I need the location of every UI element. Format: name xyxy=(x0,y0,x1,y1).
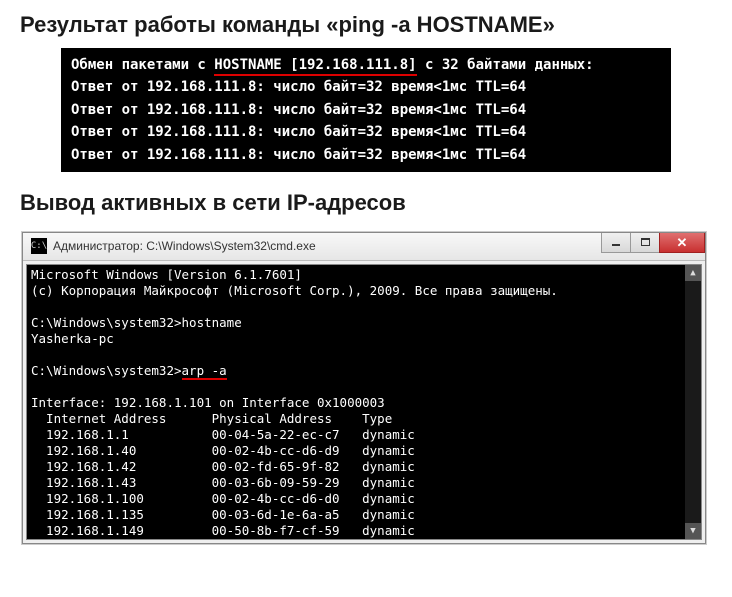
cmd-line: Interface: 192.168.1.101 on Interface 0x… xyxy=(31,395,385,410)
cmd-prompt: C:\Windows\system32> xyxy=(31,315,182,330)
heading-ping-result: Результат работы команды «ping -a HOSTNA… xyxy=(0,0,732,48)
cmd-line: Microsoft Windows [Version 6.1.7601] xyxy=(31,267,302,282)
ping-reply-line: Ответ от 192.168.111.8: число байт=32 вр… xyxy=(71,144,661,166)
cmd-typed-command: hostname xyxy=(182,315,242,330)
maximize-icon xyxy=(641,238,650,246)
ping-reply-line: Ответ от 192.168.111.8: число байт=32 вр… xyxy=(71,99,661,121)
window-title: Администратор: C:\Windows\System32\cmd.e… xyxy=(53,239,316,253)
scroll-up-button[interactable]: ▲ xyxy=(685,265,701,281)
arp-header: Internet Address Physical Address Type xyxy=(31,411,392,426)
ping-output-block: Обмен пакетами с HOSTNAME [192.168.111.8… xyxy=(61,48,671,172)
ping-reply-line: Ответ от 192.168.111.8: число байт=32 вр… xyxy=(71,121,661,143)
arp-row: 192.168.1.149 00-50-8b-f7-cf-59 dynamic xyxy=(31,523,415,538)
arp-row: 192.168.1.43 00-03-6b-09-59-29 dynamic xyxy=(31,475,415,490)
ping-exchange-line: Обмен пакетами с HOSTNAME [192.168.111.8… xyxy=(71,54,661,76)
cmd-prompt: C:\Windows\system32> xyxy=(31,363,182,378)
window-titlebar[interactable]: C:\ Администратор: C:\Windows\System32\c… xyxy=(23,233,705,261)
heading-arp-output: Вывод активных в сети IP-адресов xyxy=(0,178,732,226)
cmd-icon: C:\ xyxy=(31,238,47,254)
scroll-down-button[interactable]: ▼ xyxy=(685,523,701,539)
ping-reply-line: Ответ от 192.168.111.8: число байт=32 вр… xyxy=(71,76,661,98)
close-icon: ✕ xyxy=(677,236,688,249)
cmd-content[interactable]: Microsoft Windows [Version 6.1.7601] (c)… xyxy=(27,265,701,540)
window-title-prefix: Администратор: xyxy=(53,239,146,253)
arp-row: 192.168.1.1 00-04-5a-22-ec-c7 dynamic xyxy=(31,427,415,442)
scroll-track[interactable] xyxy=(685,281,701,523)
ping-hostname-underlined: HOSTNAME [192.168.111.8] xyxy=(214,57,416,76)
arp-row: 192.168.1.100 00-02-4b-cc-d6-d0 dynamic xyxy=(31,491,415,506)
cmd-icon-text: C:\ xyxy=(31,241,47,251)
ping-exchange-suffix: с 32 байтами данных: xyxy=(417,57,594,73)
cmd-typed-command-underlined: arp -a xyxy=(182,363,227,380)
cmd-line: (c) Корпорация Майкрософт (Microsoft Cor… xyxy=(31,283,558,298)
cmd-line: Yasherka-pc xyxy=(31,331,114,346)
window-title-path: C:\Windows\System32\cmd.exe xyxy=(146,239,315,253)
ping-exchange-prefix: Обмен пакетами с xyxy=(71,57,214,73)
close-button[interactable]: ✕ xyxy=(659,233,705,253)
maximize-button[interactable] xyxy=(630,233,660,253)
cmd-window: C:\ Администратор: C:\Windows\System32\c… xyxy=(22,232,706,544)
cmd-client-area: Microsoft Windows [Version 6.1.7601] (c)… xyxy=(26,264,702,540)
arp-row: 192.168.1.135 00-03-6d-1e-6a-a5 dynamic xyxy=(31,507,415,522)
minimize-icon xyxy=(612,244,620,246)
vertical-scrollbar[interactable]: ▲ ▼ xyxy=(685,265,701,539)
arp-row: 192.168.1.42 00-02-fd-65-9f-82 dynamic xyxy=(31,459,415,474)
arp-row: 192.168.1.40 00-02-4b-cc-d6-d9 dynamic xyxy=(31,443,415,458)
minimize-button[interactable] xyxy=(601,233,631,253)
window-controls: ✕ xyxy=(602,233,705,253)
